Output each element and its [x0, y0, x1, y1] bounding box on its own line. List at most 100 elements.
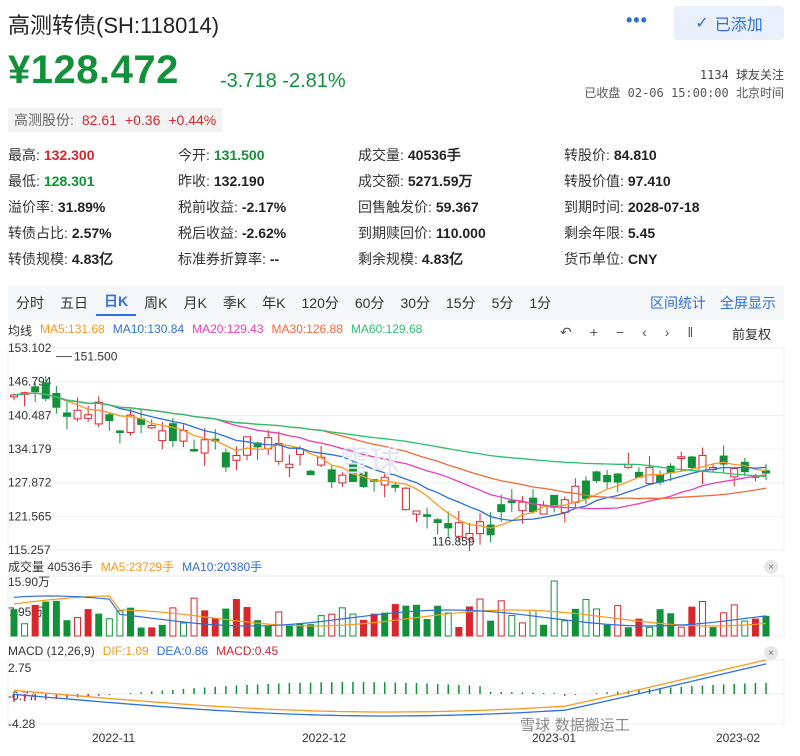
corner-watermark: 雪球 数据搬运工: [520, 716, 630, 734]
volume-bar: [518, 622, 526, 637]
volume-bar: [751, 618, 759, 637]
stock-change: +0.36: [124, 112, 161, 128]
fullscreen-link[interactable]: 全屏显示: [720, 293, 776, 313]
candle-body: [221, 452, 230, 468]
quote-value: 128.301: [43, 173, 95, 189]
candle-body: [423, 514, 432, 517]
stock-name: 高测股份:: [14, 112, 74, 128]
tab-3[interactable]: 周K: [136, 293, 175, 313]
volume-bar: [645, 626, 653, 637]
volume-bar: [137, 627, 145, 637]
candle-body: [84, 414, 93, 419]
candle-body: [31, 386, 40, 393]
tab-9[interactable]: 30分: [392, 293, 438, 313]
candle-body: [560, 499, 569, 513]
kline-axis-label: 115.257: [8, 543, 51, 557]
quote-label: 回售触发价:: [358, 199, 432, 215]
kline-axis-label: 121.565: [8, 509, 52, 523]
kline-axis-label: 134.179: [8, 442, 52, 456]
quote-cell: 到期时间: 2028-07-18: [564, 197, 788, 217]
candle-body: [677, 456, 686, 459]
quote-label: 标准券折算率:: [178, 251, 266, 267]
tab-4[interactable]: 月K: [175, 293, 214, 313]
quote-label: 税前收益:: [178, 199, 238, 215]
volume-bar: [762, 615, 770, 637]
legend-item: MACD:0.45: [216, 644, 279, 658]
range-stats-link[interactable]: 区间统计: [650, 293, 706, 313]
tab-11[interactable]: 5分: [484, 293, 522, 313]
tab-10[interactable]: 15分: [438, 293, 484, 313]
quote-cell: 最低: 128.301: [8, 171, 178, 191]
candle-body: [94, 401, 103, 425]
kline-chart-area[interactable]: 153.102146.794140.487134.179127.872121.5…: [0, 338, 800, 756]
legend-item: DEA:0.86: [156, 644, 209, 658]
volume-bar: [105, 618, 113, 637]
candle-body: [52, 392, 61, 408]
volume-bar: [444, 612, 452, 637]
followers-count[interactable]: 1134 球友关注: [700, 66, 784, 83]
price-change: -3.718 -2.81%: [220, 70, 346, 93]
candle-body: [401, 487, 410, 511]
tab-0[interactable]: 分时: [8, 293, 52, 313]
close-volume-icon[interactable]: ×: [764, 560, 778, 574]
legend-title: MACD (12,26,9): [8, 644, 95, 658]
quote-cell: 转股价: 84.810: [564, 145, 788, 165]
candle-body: [306, 470, 315, 476]
volume-bar: [21, 623, 29, 637]
candle-body: [762, 470, 770, 474]
candle-body: [327, 469, 336, 483]
legend-item: DIF:1.09: [102, 644, 149, 658]
tab-12[interactable]: 1分: [521, 293, 559, 313]
tab-5[interactable]: 季K: [215, 293, 254, 313]
legend-item: MA10:130.84: [112, 322, 185, 336]
tab-8[interactable]: 60分: [347, 293, 393, 313]
legend-item: MA30:126.88: [271, 322, 343, 336]
quote-label: 剩余年限:: [564, 225, 624, 241]
quote-cell: 剩余规模: 4.83亿: [358, 249, 564, 269]
volume-bar: [10, 609, 18, 637]
quote-value: --: [269, 251, 280, 267]
quote-cell: 货币单位: CNY: [564, 249, 788, 269]
quote-value: 131.500: [213, 147, 265, 163]
tab-1[interactable]: 五日: [52, 293, 96, 313]
volume-bar: [275, 611, 283, 637]
candle-body: [62, 412, 71, 417]
quote-row: 溢价率: 31.89% 税前收益: -2.17% 回售触发价: 59.367 到期时间: 20…: [8, 194, 788, 220]
quote-label: 到期赎回价:: [358, 225, 432, 241]
quote-value: 4.83亿: [71, 251, 114, 267]
tab-6[interactable]: 年K: [254, 293, 293, 313]
candle-body: [592, 471, 601, 482]
quote-row: 最低: 128.301 昨收: 132.190 成交额: 5271.59万 转股价值: 97.…: [8, 168, 788, 194]
added-watchlist-button[interactable]: ✓ 已添加: [674, 6, 784, 40]
volume-ma-line: [13, 595, 767, 627]
volume-bar: [709, 627, 717, 637]
close-macd-icon[interactable]: ×: [764, 646, 778, 660]
candle-body: [147, 424, 156, 429]
quote-grid: 最高: 132.300 今开: 131.500 成交量: 40536手 转股价: 84.810…: [8, 142, 788, 272]
kline-axis-label: 140.487: [8, 408, 52, 422]
volume-bar: [455, 626, 463, 637]
candle-body: [518, 501, 527, 512]
volume-bar: [561, 620, 569, 637]
volume-bar: [381, 612, 389, 637]
quote-cell: 转债规模: 4.83亿: [8, 249, 178, 269]
volume-bar: [63, 620, 71, 637]
underlying-stock-bar[interactable]: 高测股份: 82.61 +0.36 +0.44%: [8, 108, 223, 132]
more-menu-icon[interactable]: •••: [626, 10, 648, 31]
volume-bar: [42, 601, 50, 637]
candle-body: [73, 409, 82, 420]
high-mark: 151.500: [74, 350, 118, 364]
volume-bar: [624, 627, 632, 637]
volume-bar: [190, 597, 198, 637]
tab-7[interactable]: 120分: [294, 293, 347, 313]
tab-2[interactable]: 日K: [96, 291, 137, 316]
candle-body: [285, 463, 294, 469]
kline-axis-label: 127.872: [8, 476, 52, 490]
quote-cell: 标准券折算率: --: [178, 249, 358, 269]
volume-bar: [593, 608, 601, 637]
current-price: ¥128.472: [8, 48, 179, 92]
quote-cell: 成交量: 40536手: [358, 145, 564, 165]
volume-bar: [31, 604, 39, 637]
x-axis-label: 2022-12: [302, 731, 346, 745]
volume-bar: [529, 609, 537, 637]
